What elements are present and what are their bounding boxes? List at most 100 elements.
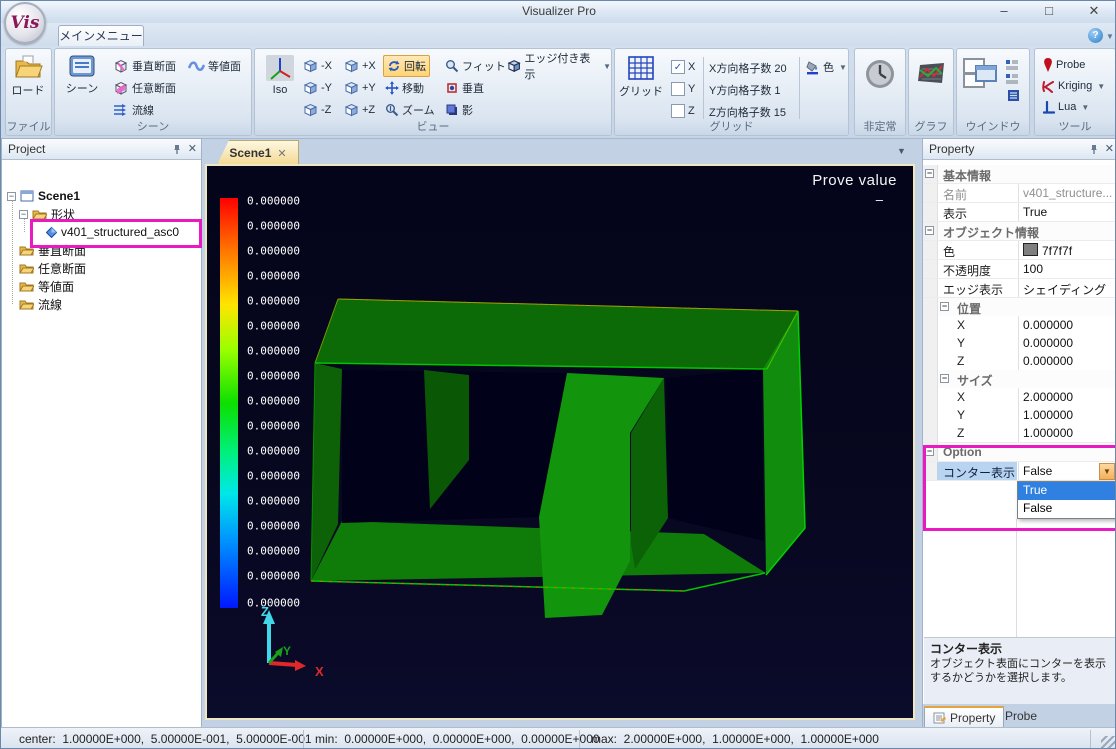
minimize-button[interactable]: – (989, 2, 1019, 20)
close-button[interactable]: ✕ (1079, 2, 1109, 20)
3d-viewport[interactable]: 0.000000 0.000000 0.000000 0.000000 0.00… (207, 166, 913, 718)
property-row-show[interactable]: 表示True (923, 203, 1116, 222)
grid-color-button[interactable]: 色▼ (805, 57, 847, 77)
property-row-name[interactable]: 名前v401_structure... (923, 184, 1116, 203)
property-group-size[interactable]: −サイズ (923, 370, 1116, 389)
property-row-pos-y[interactable]: Y0.000000 (923, 334, 1116, 353)
collapse-icon[interactable]: − (19, 210, 28, 219)
move-button[interactable]: 移動 (385, 78, 424, 98)
vertical-pin-icon (445, 81, 459, 95)
property-row-color[interactable]: 色7f7f7f (923, 241, 1116, 260)
window-title: Visualizer Pro (1, 4, 1116, 18)
view-plus-x-button[interactable]: +X (344, 56, 376, 76)
app-logo-icon[interactable]: Vis (4, 2, 46, 44)
tree-item-vertical-section[interactable]: 垂直断面 (19, 241, 86, 259)
property-row-size-x[interactable]: X2.000000 (923, 388, 1116, 407)
dropdown-item-false[interactable]: False (1018, 500, 1116, 518)
view-minus-z-button[interactable]: -Z (303, 100, 331, 120)
resize-grip[interactable] (1101, 736, 1115, 749)
help-icon[interactable]: ? (1088, 28, 1103, 43)
window-layout-button[interactable] (961, 57, 1001, 89)
edge-display-dropdown-arrow[interactable]: ▼ (603, 62, 611, 71)
grid-y-count[interactable]: Y方向格子数 1 (709, 82, 781, 98)
probe-button[interactable]: Probe (1043, 55, 1085, 75)
window-document-button[interactable] (1007, 85, 1020, 105)
grid-z-checkbox[interactable]: Z (671, 101, 695, 121)
property-row-size-z[interactable]: Z1.000000 (923, 424, 1116, 443)
property-row-edge[interactable]: エッジ表示シェイディング表... (923, 279, 1116, 298)
view-plus-y-button[interactable]: +Y (344, 78, 376, 98)
arbitrary-section-button[interactable]: 任意断面 (113, 78, 176, 98)
tree-item-shape-folder[interactable]: − 形状 (19, 205, 75, 223)
lua-button[interactable]: Lua▼ (1043, 97, 1089, 117)
streamline-button[interactable]: 流線 (113, 100, 154, 120)
pin-icon[interactable] (172, 144, 182, 155)
grid-z-count[interactable]: Z方向格子数 15 (709, 104, 786, 120)
collapse-icon[interactable]: − (925, 447, 934, 456)
view-plus-z-button[interactable]: +Z (344, 100, 375, 120)
edge-display-button[interactable]: エッジ付き表示▼ (507, 56, 611, 76)
property-row-pos-z[interactable]: Z0.000000 (923, 352, 1116, 371)
property-group-position[interactable]: −位置 (923, 298, 1116, 317)
unsteady-button[interactable] (863, 58, 897, 90)
property-group-basic[interactable]: −基本情報 (923, 165, 1116, 184)
clock-icon (864, 58, 896, 90)
isosurface-button[interactable]: 等値面 (188, 56, 241, 76)
collapse-icon[interactable]: − (940, 302, 949, 311)
property-row-pos-x[interactable]: X0.000000 (923, 316, 1116, 335)
lua-dropdown-arrow[interactable]: ▼ (1081, 103, 1089, 112)
colorbar-label: 0.000000 (247, 520, 300, 533)
property-group-object[interactable]: −オブジェクト情報 (923, 222, 1116, 241)
fit-button[interactable]: フィット (445, 56, 506, 76)
collapse-icon[interactable]: − (7, 192, 16, 201)
scene1-document-tab[interactable]: Scene1✕ (217, 140, 299, 165)
kriging-button[interactable]: Kriging▼ (1041, 76, 1105, 96)
property-row-size-y[interactable]: Y1.000000 (923, 406, 1116, 425)
project-close-icon[interactable]: ✕ (188, 139, 197, 160)
tab-close-icon[interactable]: ✕ (277, 147, 286, 160)
ribbon: ロード ファイル シーン 垂直断面 任意断面 流線 (1, 46, 1116, 139)
iso-view-button[interactable]: Iso (260, 54, 300, 96)
view-minus-y-button[interactable]: -Y (303, 78, 332, 98)
pin-icon[interactable] (1089, 144, 1099, 155)
tree-item-streamline[interactable]: 流線 (19, 295, 62, 313)
vertical-section-button[interactable]: 垂直断面 (113, 56, 176, 76)
tree-item-arbitrary-section[interactable]: 任意断面 (19, 259, 86, 277)
property-row-opacity[interactable]: 不透明度100 (923, 260, 1116, 279)
color-dropdown-arrow[interactable]: ▼ (839, 63, 847, 72)
kriging-dropdown-arrow[interactable]: ▼ (1097, 82, 1105, 91)
tree-item-isosurface[interactable]: 等値面 (19, 277, 74, 295)
collapse-icon[interactable]: − (925, 169, 934, 178)
tab-probe[interactable]: Probe (997, 706, 1045, 726)
dropdown-item-true[interactable]: True (1018, 482, 1116, 500)
folder-icon (19, 280, 34, 292)
collapse-icon[interactable]: − (925, 226, 934, 235)
load-button[interactable]: ロード (8, 54, 48, 98)
grid-y-checkbox[interactable]: Y (671, 79, 695, 99)
grid-x-checkbox[interactable]: ✓X (671, 57, 695, 77)
tab-property[interactable]: Property (924, 706, 1004, 729)
project-panel-header: Project ✕ (2, 139, 201, 160)
maximize-button[interactable]: □ (1034, 2, 1064, 20)
tab-list-dropdown-arrow[interactable]: ▼ (897, 146, 906, 156)
zoom-button[interactable]: ズーム (385, 100, 435, 120)
shadow-button[interactable]: 影 (445, 100, 473, 120)
tree-item-scene1[interactable]: − Scene1 (7, 187, 80, 205)
rotate-icon (387, 59, 401, 73)
tree-item-v401-structured-asc0[interactable]: v401_structured_asc0 (46, 223, 179, 241)
rotate-button[interactable]: 回転 (383, 55, 430, 77)
vertical-button[interactable]: 垂直 (445, 78, 484, 98)
grid-button[interactable]: グリッド (619, 55, 663, 99)
property-row-contour[interactable]: コンター表示 False ▼ (923, 462, 1116, 481)
view-minus-x-button[interactable]: -X (303, 56, 332, 76)
tab-main-menu[interactable]: メインメニュー (58, 25, 144, 47)
grid-x-count[interactable]: X方向格子数 20 (709, 60, 787, 76)
property-group-option[interactable]: −Option (923, 443, 1116, 462)
contour-dropdown-button[interactable]: ▼ (1099, 463, 1115, 480)
graph-button[interactable] (915, 61, 947, 85)
help-dropdown-arrow[interactable]: ▼ (1106, 32, 1114, 41)
property-close-icon[interactable]: ✕ (1105, 139, 1114, 160)
collapse-icon[interactable]: − (940, 374, 949, 383)
tree-guide-line (12, 196, 13, 304)
scene-button[interactable]: シーン (60, 54, 104, 96)
